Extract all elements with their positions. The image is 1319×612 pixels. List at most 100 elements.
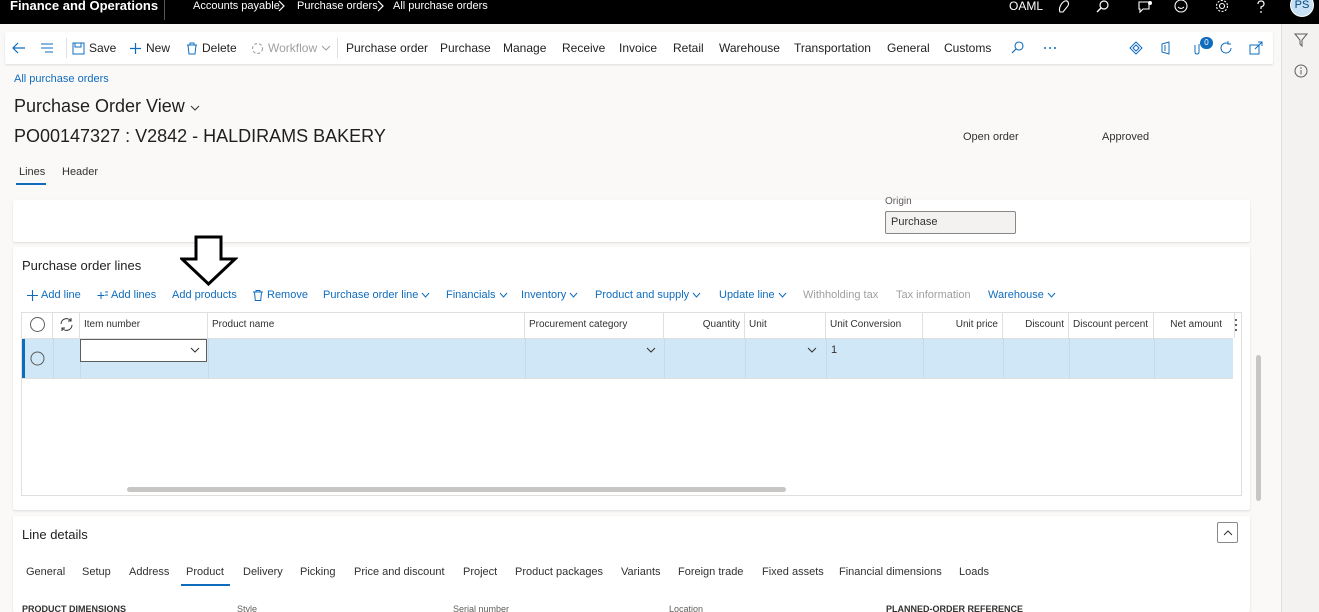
new-button[interactable]: New bbox=[129, 32, 170, 64]
tab-retail[interactable]: Retail bbox=[673, 32, 704, 64]
tab-purchase-order[interactable]: Purchase order bbox=[346, 32, 428, 64]
settings-gear-icon[interactable] bbox=[1215, 0, 1229, 14]
power-apps-button[interactable] bbox=[1129, 32, 1147, 64]
chevron-down-icon[interactable] bbox=[807, 347, 817, 354]
help-question-icon[interactable] bbox=[1255, 0, 1267, 14]
col-unit[interactable]: Unit bbox=[745, 312, 826, 338]
origin-field[interactable]: Purchase bbox=[885, 211, 1016, 234]
refresh-grid-cell[interactable] bbox=[53, 312, 80, 338]
col-unit-conversion[interactable]: Unit Conversion bbox=[826, 312, 923, 338]
details-tab-product-packages[interactable]: Product packages bbox=[515, 566, 603, 578]
row-select-circle-icon[interactable] bbox=[30, 351, 45, 366]
col-product-name[interactable]: Product name bbox=[208, 312, 525, 338]
details-tab-variants[interactable]: Variants bbox=[621, 566, 661, 578]
select-all-checkbox-cell[interactable] bbox=[22, 312, 53, 338]
item-number-input[interactable] bbox=[80, 339, 207, 362]
add-products-button[interactable]: Add products bbox=[172, 289, 237, 301]
delete-button[interactable]: Delete bbox=[186, 32, 237, 64]
tab-manage[interactable]: Manage bbox=[503, 32, 546, 64]
add-line-button[interactable]: Add line bbox=[27, 289, 81, 301]
breadcrumb-purchase-orders[interactable]: Purchase orders bbox=[297, 0, 378, 12]
details-tab-loads[interactable]: Loads bbox=[959, 566, 989, 578]
financials-menu[interactable]: Financials bbox=[446, 289, 508, 301]
refresh-button[interactable] bbox=[1219, 32, 1237, 64]
menu-button[interactable] bbox=[40, 32, 58, 64]
active-tab-indicator bbox=[181, 584, 230, 586]
action-search-button[interactable] bbox=[1011, 32, 1029, 64]
company-picker[interactable]: OAML bbox=[1009, 0, 1043, 12]
feedback-smiley-icon[interactable] bbox=[1174, 0, 1188, 14]
serial-number-label: Serial number bbox=[453, 604, 510, 612]
details-tab-product[interactable]: Product bbox=[186, 566, 224, 578]
details-tab-price-and-discount[interactable]: Price and discount bbox=[354, 566, 445, 578]
office-button[interactable] bbox=[1159, 32, 1177, 64]
tab-invoice[interactable]: Invoice bbox=[619, 32, 657, 64]
active-tab-indicator bbox=[16, 183, 46, 185]
vertical-scrollbar[interactable] bbox=[1256, 355, 1261, 501]
chevron-down-icon bbox=[569, 292, 578, 298]
col-item-number[interactable]: Item number bbox=[80, 312, 208, 338]
purchase-order-line-menu[interactable]: Purchase order line bbox=[323, 289, 430, 301]
col-discount[interactable]: Discount bbox=[1003, 312, 1069, 338]
tab-transportation[interactable]: Transportation bbox=[794, 32, 871, 64]
chevron-down-icon[interactable] bbox=[190, 347, 200, 354]
tab-warehouse[interactable]: Warehouse bbox=[719, 32, 780, 64]
annotation-arrow-icon bbox=[180, 235, 238, 286]
chevron-down-icon[interactable] bbox=[646, 347, 656, 354]
details-tab-fixed-assets[interactable]: Fixed assets bbox=[762, 566, 824, 578]
col-discount-percent[interactable]: Discount percent bbox=[1069, 312, 1154, 338]
search-icon[interactable] bbox=[1096, 0, 1110, 14]
app-name[interactable]: Finance and Operations bbox=[10, 0, 158, 13]
divider bbox=[337, 38, 338, 58]
tab-header[interactable]: Header bbox=[62, 166, 98, 178]
horizontal-scrollbar[interactable] bbox=[127, 487, 786, 492]
inventory-menu[interactable]: Inventory bbox=[521, 289, 578, 301]
col-unit-price[interactable]: Unit price bbox=[923, 312, 1003, 338]
warehouse-label: Warehouse bbox=[988, 289, 1044, 301]
save-button[interactable]: Save bbox=[72, 32, 116, 64]
breadcrumb-accounts-payable[interactable]: Accounts payable bbox=[193, 0, 280, 12]
details-tab-address[interactable]: Address bbox=[129, 566, 169, 578]
add-lines-button[interactable]: Add lines bbox=[97, 289, 156, 301]
copilot-icon[interactable] bbox=[1056, 0, 1072, 14]
column-options-icon[interactable] bbox=[1234, 318, 1238, 332]
col-quantity[interactable]: Quantity bbox=[664, 312, 745, 338]
collapse-button[interactable] bbox=[1217, 522, 1238, 543]
back-button[interactable] bbox=[11, 32, 31, 64]
record-title: PO00147327 : V2842 - HALDIRAMS BAKERY bbox=[14, 126, 386, 146]
tab-general[interactable]: General bbox=[887, 32, 930, 64]
workflow-button[interactable]: Workflow bbox=[251, 32, 335, 64]
user-avatar[interactable]: PS bbox=[1290, 0, 1314, 17]
col-procurement-category[interactable]: Procurement category bbox=[525, 312, 664, 338]
breadcrumb-all-purchase-orders[interactable]: All purchase orders bbox=[393, 0, 488, 12]
details-tab-financial-dimensions[interactable]: Financial dimensions bbox=[839, 566, 942, 578]
add-multiple-icon bbox=[97, 291, 108, 299]
warehouse-menu[interactable]: Warehouse bbox=[988, 289, 1056, 301]
more-options-button[interactable] bbox=[1043, 32, 1061, 64]
attachments-count-badge: 0 bbox=[1200, 37, 1213, 49]
view-selector[interactable]: Purchase Order View bbox=[14, 96, 200, 117]
update-line-menu[interactable]: Update line bbox=[719, 289, 787, 301]
details-tab-picking[interactable]: Picking bbox=[300, 566, 335, 578]
tab-customs[interactable]: Customs bbox=[944, 32, 991, 64]
tab-lines[interactable]: Lines bbox=[19, 166, 45, 178]
notifications-icon[interactable] bbox=[1137, 0, 1153, 14]
filter-icon[interactable] bbox=[1294, 33, 1308, 47]
details-tab-general[interactable]: General bbox=[26, 566, 65, 578]
details-tab-foreign-trade[interactable]: Foreign trade bbox=[678, 566, 743, 578]
withholding-tax-button[interactable]: Withholding tax bbox=[803, 289, 878, 301]
unit-conversion-value[interactable]: 1 bbox=[831, 344, 837, 356]
save-disk-icon bbox=[72, 42, 85, 54]
product-and-supply-menu[interactable]: Product and supply bbox=[595, 289, 701, 301]
details-tab-setup[interactable]: Setup bbox=[82, 566, 111, 578]
details-tab-delivery[interactable]: Delivery bbox=[243, 566, 283, 578]
breadcrumb-list-link[interactable]: All purchase orders bbox=[14, 73, 109, 85]
info-icon[interactable] bbox=[1294, 64, 1308, 78]
col-net-amount[interactable]: Net amount bbox=[1154, 312, 1235, 338]
tab-purchase[interactable]: Purchase bbox=[440, 32, 491, 64]
tax-information-button[interactable]: Tax information bbox=[896, 289, 971, 301]
open-new-window-button[interactable] bbox=[1249, 32, 1267, 64]
details-tab-project[interactable]: Project bbox=[463, 566, 497, 578]
remove-button[interactable]: Remove bbox=[253, 289, 308, 301]
tab-receive[interactable]: Receive bbox=[562, 32, 605, 64]
